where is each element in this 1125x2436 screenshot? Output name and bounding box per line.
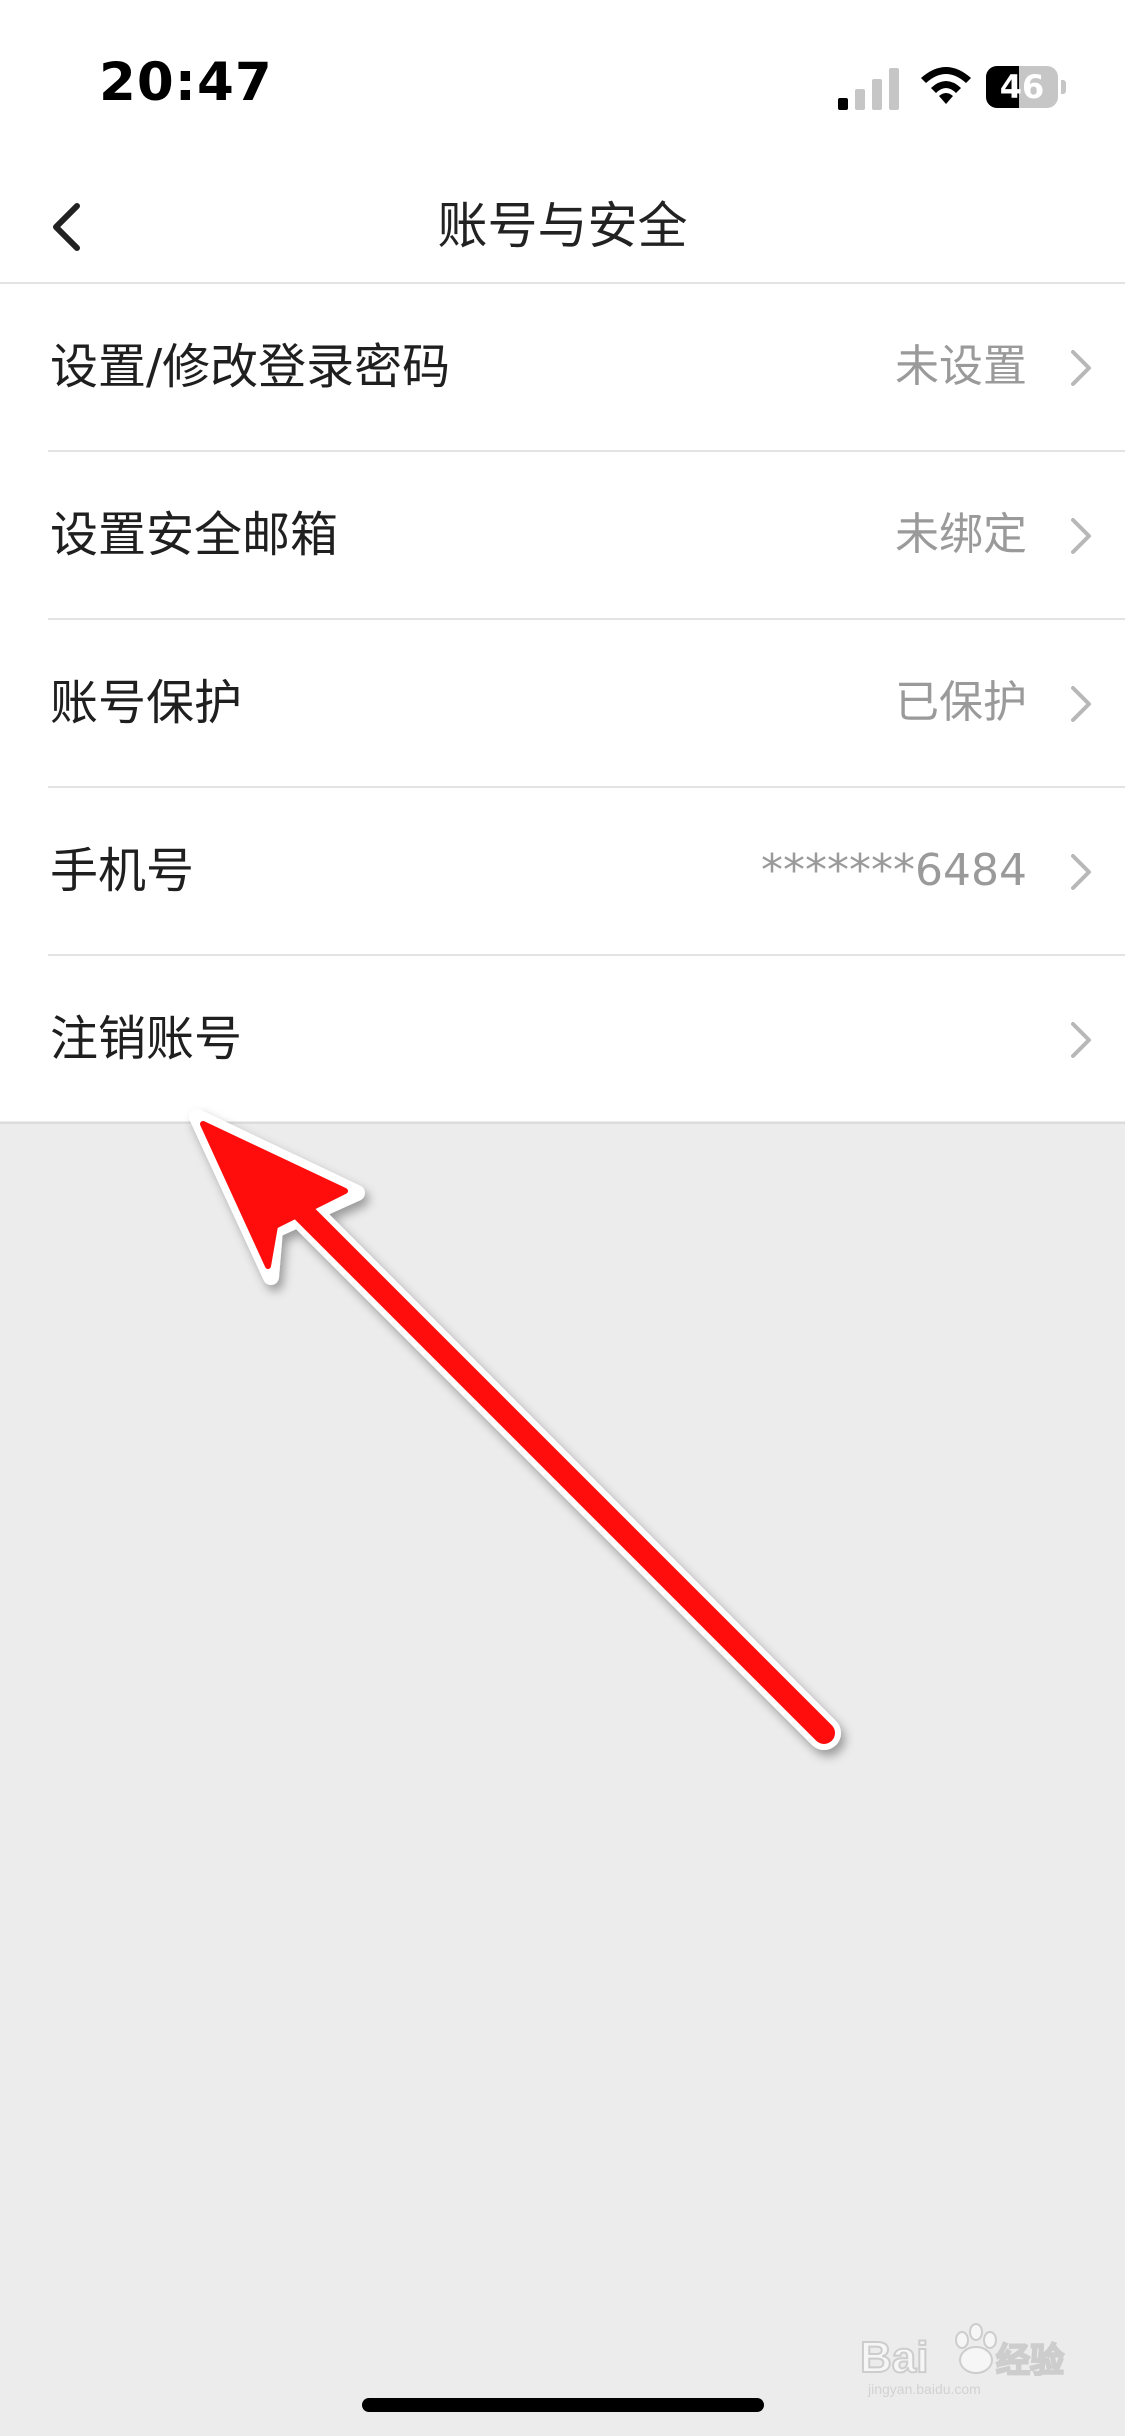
menu-item-login-password[interactable]: 设置/修改登录密码 未设置 (48, 284, 1125, 452)
menu-item-value: 未绑定 (895, 509, 1027, 560)
menu-item-label: 账号保护 (50, 675, 243, 731)
home-indicator[interactable] (362, 2398, 764, 2412)
menu-item-label: 注销账号 (50, 1011, 243, 1067)
menu-item-security-email[interactable]: 设置安全邮箱 未绑定 (48, 452, 1125, 620)
battery-level: 46 (999, 68, 1045, 106)
chevron-right-icon (1071, 350, 1091, 386)
wifi-icon (921, 67, 971, 104)
cellular-signal-icon (838, 68, 899, 110)
svg-text:jingyan.baidu.com: jingyan.baidu.com (867, 2381, 981, 2397)
menu-item-account-protection[interactable]: 账号保护 已保护 (48, 620, 1125, 788)
menu-item-label: 设置安全邮箱 (50, 507, 339, 563)
menu-item-label: 设置/修改登录密码 (50, 339, 451, 395)
status-time: 20:47 (99, 52, 273, 113)
svg-text:Bai: Bai (860, 2333, 928, 2382)
menu-item-phone-number[interactable]: 手机号 *******6484 (48, 788, 1125, 956)
battery-cap (1061, 80, 1066, 94)
svg-text:经验: 经验 (996, 2341, 1064, 2381)
page-title: 账号与安全 (437, 197, 688, 255)
nav-bar: 账号与安全 (0, 170, 1125, 284)
battery-body: 46 (986, 66, 1058, 108)
menu-item-label: 手机号 (50, 843, 195, 899)
menu-item-value: 已保护 (895, 677, 1027, 728)
menu-item-delete-account[interactable]: 注销账号 (48, 956, 1125, 1122)
status-bar: 20:47 46 (0, 0, 1125, 170)
chevron-right-icon (1071, 854, 1091, 890)
menu-item-value: *******6484 (761, 845, 1027, 896)
battery-indicator: 46 (986, 66, 1066, 108)
menu-item-value: 未设置 (895, 341, 1027, 392)
chevron-right-icon (1071, 518, 1091, 554)
chevron-left-icon (53, 203, 80, 251)
back-button[interactable] (30, 182, 120, 272)
chevron-right-icon (1071, 1022, 1091, 1058)
baidu-jingyan-watermark-icon: Bai 经验 jingyan.baidu.com (859, 2323, 1065, 2397)
settings-list: 设置/修改登录密码 未设置 设置安全邮箱 未绑定 账号保护 已保护 手机号 **… (0, 284, 1125, 1124)
chevron-right-icon (1071, 686, 1091, 722)
